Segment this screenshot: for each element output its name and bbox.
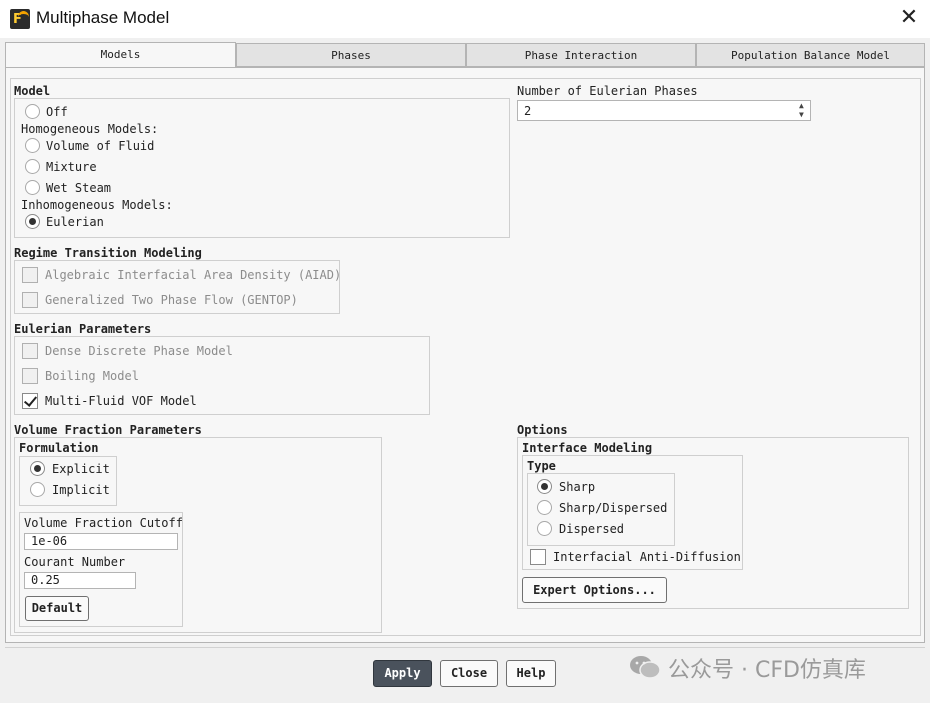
- eulerian-phases-spinner[interactable]: 2 ▲ ▼: [517, 100, 811, 121]
- radio-eulerian-label: Eulerian: [46, 215, 104, 229]
- spin-up-icon[interactable]: ▲: [799, 102, 804, 110]
- window-title: Multiphase Model: [36, 8, 170, 27]
- radio-implicit-label: Implicit: [52, 483, 110, 497]
- checkbox-gentop-label: Generalized Two Phase Flow (GENTOP): [45, 293, 298, 307]
- checkbox-interfacial-anti-diffusion-label: Interfacial Anti-Diffusion: [553, 550, 741, 564]
- wechat-icon: [628, 654, 662, 680]
- type-label: Type: [527, 459, 556, 473]
- help-button[interactable]: Help: [506, 660, 556, 687]
- eulerian-phases-value: 2: [524, 104, 532, 118]
- radio-explicit[interactable]: [30, 461, 45, 476]
- watermark-text: 公众号 · CFD仿真库: [668, 658, 866, 683]
- checkbox-multi-fluid-vof-label: Multi-Fluid VOF Model: [45, 394, 197, 408]
- courant-number-input[interactable]: 0.25: [24, 572, 136, 589]
- model-section-label: Model: [14, 84, 51, 98]
- vf-cutoff-label: Volume Fraction Cutoff: [24, 516, 183, 530]
- expert-options-button[interactable]: Expert Options...: [522, 577, 667, 603]
- radio-implicit[interactable]: [30, 482, 45, 497]
- checkbox-boiling-model[interactable]: [22, 368, 38, 384]
- apply-button[interactable]: Apply: [373, 660, 432, 687]
- spin-down-icon[interactable]: ▼: [799, 111, 804, 119]
- checkbox-dense-discrete-phase-label: Dense Discrete Phase Model: [45, 344, 233, 358]
- radio-dispersed[interactable]: [537, 521, 552, 536]
- eulerian-phases-label: Number of Eulerian Phases: [517, 84, 698, 98]
- vf-parameters-section-label: Volume Fraction Parameters: [14, 423, 202, 437]
- fluent-app-icon: F: [10, 9, 30, 29]
- courant-number-label: Courant Number: [24, 555, 126, 569]
- close-icon[interactable]: ✕: [898, 7, 920, 29]
- regime-transition-section-label: Regime Transition Modeling: [14, 246, 202, 260]
- checkbox-multi-fluid-vof[interactable]: [22, 393, 38, 409]
- homogeneous-models-label: Homogeneous Models:: [21, 122, 159, 136]
- radio-sharp[interactable]: [537, 479, 552, 494]
- interface-modeling-label: Interface Modeling: [522, 441, 653, 455]
- radio-eulerian[interactable]: [25, 214, 40, 229]
- default-button[interactable]: Default: [25, 596, 89, 621]
- radio-wet-steam[interactable]: [25, 180, 40, 195]
- radio-mixture-label: Mixture: [46, 160, 97, 174]
- eulerian-parameters-section-label: Eulerian Parameters: [14, 322, 152, 336]
- footer-divider: [5, 647, 925, 648]
- radio-sharp-dispersed-label: Sharp/Dispersed: [559, 501, 668, 515]
- tab-phase-interaction[interactable]: Phase Interaction: [466, 43, 696, 67]
- radio-off-label: Off: [46, 105, 68, 119]
- close-button[interactable]: Close: [440, 660, 498, 687]
- checkbox-gentop[interactable]: [22, 292, 38, 308]
- radio-volume-of-fluid[interactable]: [25, 138, 40, 153]
- checkbox-dense-discrete-phase[interactable]: [22, 343, 38, 359]
- checkbox-aiad[interactable]: [22, 267, 38, 283]
- radio-dispersed-label: Dispersed: [559, 522, 625, 536]
- tab-population-balance-model[interactable]: Population Balance Model: [696, 43, 925, 67]
- radio-off[interactable]: [25, 104, 40, 119]
- checkbox-boiling-model-label: Boiling Model: [45, 369, 139, 383]
- options-section-label: Options: [517, 423, 568, 437]
- radio-mixture[interactable]: [25, 159, 40, 174]
- checkbox-interfacial-anti-diffusion[interactable]: [530, 549, 546, 565]
- vf-cutoff-input[interactable]: 1e-06: [24, 533, 178, 550]
- radio-volume-of-fluid-label: Volume of Fluid: [46, 139, 155, 153]
- radio-explicit-label: Explicit: [52, 462, 110, 476]
- radio-wet-steam-label: Wet Steam: [46, 181, 112, 195]
- tab-phases[interactable]: Phases: [236, 43, 466, 67]
- checkbox-aiad-label: Algebraic Interfacial Area Density (AIAD…: [45, 268, 342, 282]
- radio-sharp-dispersed[interactable]: [537, 500, 552, 515]
- inhomogeneous-models-label: Inhomogeneous Models:: [21, 198, 173, 212]
- tab-models[interactable]: Models: [5, 42, 236, 68]
- formulation-label: Formulation: [19, 441, 99, 455]
- radio-sharp-label: Sharp: [559, 480, 596, 494]
